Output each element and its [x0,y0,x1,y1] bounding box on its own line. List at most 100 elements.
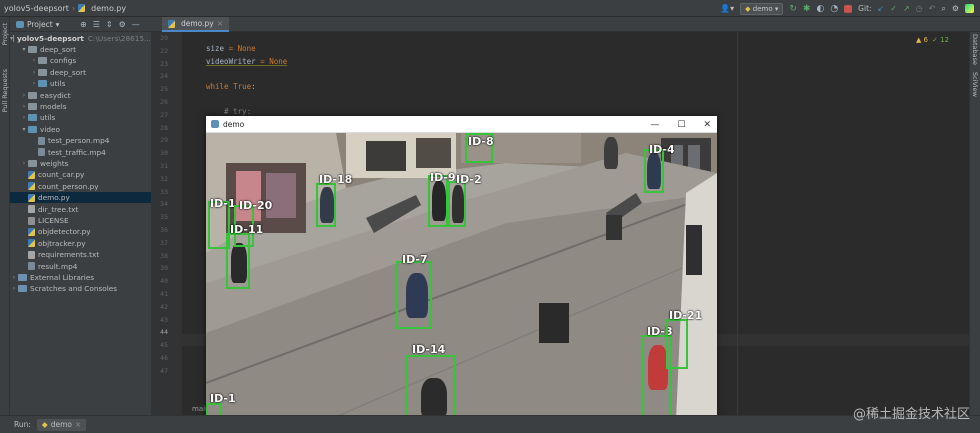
tree-item[interactable]: dir_tree.txt [10,204,151,215]
git-history-icon[interactable]: ◷ [916,4,923,13]
py-file-icon [28,193,35,202]
tree-item[interactable]: count_car.py [10,169,151,180]
tree-item[interactable]: count_person.py [10,181,151,192]
chevron-down-icon: ▾ [55,19,60,29]
right-margin-guide [737,32,738,415]
tree-item[interactable]: › Scratches and Consoles [10,283,151,294]
chevron-down-icon[interactable]: ▾ [20,44,28,55]
tree-root[interactable]: ▾ yolov5-deepsort C:\Users\28615... [10,33,151,44]
window-controls: — ☐ ✕ [650,116,711,133]
tree-item[interactable]: › External Libraries [10,272,151,283]
tree-item[interactable]: › easydict [10,90,151,101]
folder-icon [28,114,37,122]
warning-count[interactable]: ▲ 6 [916,36,928,44]
tree-item[interactable]: › utils [10,112,151,123]
settings-icon[interactable]: ⚙ [952,4,959,13]
project-view-label: Project [27,19,53,29]
tree-item[interactable]: › models [10,101,151,112]
tree-item[interactable]: › deep_sort [10,67,151,78]
detection-label: ID-1 [210,392,236,405]
line-number: 23 [160,59,168,68]
window-app-icon [211,120,219,128]
close-button[interactable]: ✕ [703,120,711,130]
chevron-right-icon[interactable]: › [20,158,28,169]
sciview-tool-tab[interactable]: SciView [971,72,979,97]
line-number: 43 [160,315,168,324]
chevron-right-icon[interactable]: › [30,67,38,78]
tree-item-label: count_car.py [38,170,85,180]
debug-icon[interactable]: ✱ [803,4,811,14]
line-number: 37 [160,238,168,247]
line-number: 26 [160,98,168,106]
chevron-right-icon[interactable]: › [20,101,28,112]
tree-item[interactable]: test_person.mp4 [10,135,151,146]
tree-item[interactable]: › weights [10,158,151,169]
tree-item[interactable]: objtracker.py [10,238,151,249]
project-tool-tab[interactable]: Project [1,23,9,45]
tree-item[interactable]: test_traffic.mp4 [10,147,151,158]
profile-icon[interactable]: ◔ [830,4,838,14]
git-commit-icon[interactable]: ✓ [890,4,897,13]
git-update-icon[interactable]: ↙ [878,4,885,13]
tree-item[interactable]: requirements.txt [10,249,151,260]
tree-item[interactable]: demo.py [10,192,151,204]
chevron-right-icon[interactable]: › [20,90,28,101]
chevron-right-icon[interactable]: › [30,55,38,66]
python-file-icon [168,19,175,28]
database-tool-tab[interactable]: Database [971,34,979,65]
hide-icon[interactable]: — [132,20,140,29]
inspection-widget[interactable]: ▲ 6 ✓ 12 [916,36,949,44]
folder-icon [28,125,37,133]
line-number: 35 [160,213,168,222]
chevron-right-icon[interactable]: › [10,283,18,294]
breadcrumb-file[interactable]: demo.py [91,4,126,13]
tree-item[interactable]: LICENSE [10,215,151,226]
python-run-icon: ◆ [41,420,48,429]
tab-demo-py[interactable]: demo.py × [162,17,230,32]
close-tab-icon[interactable]: × [217,19,223,28]
git-rollback-icon[interactable]: ↶ [929,4,936,13]
user-icon[interactable]: 👤▾ [720,4,734,13]
minimize-button[interactable]: — [650,120,659,130]
tree-item-label: video [40,124,60,134]
chevron-right-icon[interactable]: › [10,272,18,283]
chevron-right-icon[interactable]: › [30,78,38,89]
folder-icon [13,35,14,42]
chevron-right-icon[interactable]: › [20,112,28,123]
pull-requests-tool-tab[interactable]: Pull Requests [1,69,9,112]
search-icon[interactable]: ⌕ [941,4,945,14]
coverage-icon[interactable]: ◐ [816,4,824,14]
expand-all-icon[interactable]: ☰ [93,20,100,29]
demo-window[interactable]: demo — ☐ ✕ ID-8 ID-4 ID-18 ID-9 ID-2 ID-… [206,116,717,421]
tree-item[interactable]: ▾ deep_sort [10,44,151,55]
video-frame: ID-8 ID-4 ID-18 ID-9 ID-2 ID-1 ID-20 ID-… [206,133,717,421]
git-push-icon[interactable]: ↗ [903,4,910,13]
project-name[interactable]: yolov5-deepsort [4,4,69,13]
run-config-dropdown[interactable]: ◆ demo ▾ [740,2,784,15]
project-view-dropdown[interactable]: Project ▾ [10,20,72,29]
library-icon [18,285,27,293]
locate-icon[interactable]: ⊕ [80,20,87,29]
demo-window-titlebar[interactable]: demo [206,116,717,133]
chevron-down-icon[interactable]: ▾ [20,124,28,135]
tree-item[interactable]: objdetector.py [10,226,151,237]
close-icon[interactable]: × [75,420,81,429]
maximize-button[interactable]: ☐ [677,120,685,130]
line-number: 34 [160,200,168,209]
tree-item[interactable]: result.mp4 [10,261,151,272]
tree-item-label: count_person.py [38,181,99,191]
line-number: 32 [160,174,168,183]
tree-item[interactable]: › utils [10,78,151,89]
run-icon[interactable]: ↻ [789,4,797,14]
ok-count[interactable]: ✓ 12 [932,36,949,44]
tree-item[interactable]: ▾ video [10,124,151,135]
detection-box [316,183,336,227]
stop-icon[interactable] [844,4,853,13]
person-figure [604,137,618,169]
run-tab-demo[interactable]: ◆ demo × [36,418,87,431]
line-number: 20 [160,34,168,42]
txt-file-icon [28,205,35,214]
tree-item[interactable]: › configs [10,55,151,66]
collapse-all-icon[interactable]: ⇕ [106,20,113,29]
gear-icon[interactable]: ⚙ [119,20,126,29]
